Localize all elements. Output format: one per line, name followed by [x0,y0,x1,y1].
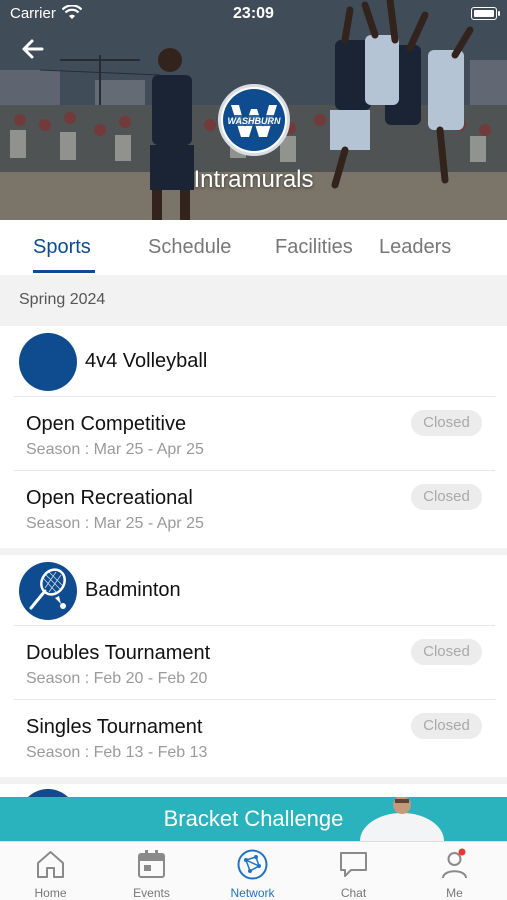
league-title: Doubles Tournament [26,642,211,664]
home-icon [37,851,64,878]
league-title: Open Recreational [26,487,193,509]
league-title: Singles Tournament [26,716,203,738]
status-bar: Carrier 23:09 [0,0,507,30]
tab-leaders[interactable]: Leaders [379,236,451,259]
league-title: Open Competitive [26,413,187,435]
status-badge: Closed [411,484,482,510]
tab-facilities[interactable]: Facilities [275,236,353,259]
back-arrow-icon[interactable] [20,36,46,62]
page-title: Intramurals [193,166,314,193]
sport-name: 4v4 Volleyball [85,350,208,372]
tab-schedule[interactable]: Schedule [148,236,231,259]
header-banner: Carrier 23:09 WASHBURN Intramurals [0,0,507,220]
bottom-tab-bar: Home Events Network Chat Me [0,841,507,900]
sport-header[interactable]: Badminton [0,555,507,625]
league-row[interactable]: Open Recreational Season : Mar 25 - Apr … [0,471,507,544]
season-header: Spring 2024 [19,291,106,308]
sport-header[interactable]: 4v4 Volleyball [0,326,507,396]
tabbar-home[interactable]: Home [0,842,101,900]
status-badge: Closed [411,410,482,436]
promo-label: Bracket Challenge [163,806,344,831]
sports-list[interactable]: Spring 2024 4v4 Volleyball Open Competit… [0,275,507,800]
league-season: Season : Feb 20 - Feb 20 [26,670,208,687]
volleyball-icon [19,333,77,391]
league-season: Season : Feb 13 - Feb 13 [26,744,208,761]
school-logo: WASHBURN [218,84,290,156]
sport-card-volleyball: 4v4 Volleyball Open Competitive Season :… [0,326,507,548]
status-badge: Closed [411,639,482,665]
league-row[interactable]: Open Competitive Season : Mar 25 - Apr 2… [0,397,507,470]
active-tab-indicator [33,270,95,273]
tabbar-label: Network [230,886,275,900]
notification-dot [458,848,466,856]
tabbar-label: Me [446,886,463,900]
sport-card-badminton: Badminton Doubles Tournament Season : Fe… [0,555,507,777]
league-row[interactable]: Doubles Tournament Season : Feb 20 - Feb… [0,626,507,699]
tabbar-label: Chat [340,886,367,900]
tabbar-network[interactable]: Network [202,842,303,900]
battery-icon [471,7,500,20]
clock: 23:09 [233,5,274,22]
tabbar-events[interactable]: Events [101,842,202,900]
calendar-icon [138,850,165,878]
network-icon [237,849,268,880]
bracket-challenge-banner[interactable]: Bracket Challenge [0,797,507,841]
tabbar-label: Home [34,886,67,900]
tabbar-me[interactable]: Me [404,842,505,900]
sport-name: Badminton [85,579,181,601]
badminton-icon [19,562,77,620]
league-row[interactable]: Singles Tournament Season : Feb 13 - Feb… [0,700,507,773]
logo-text: WASHBURN [228,116,281,126]
washburn-logo-icon: WASHBURN [223,89,285,151]
tabbar-chat[interactable]: Chat [303,842,404,900]
tab-sports[interactable]: Sports [33,236,91,259]
tabbar-label: Events [133,886,170,900]
league-season: Season : Mar 25 - Apr 25 [26,441,204,458]
chat-icon [340,852,367,877]
status-badge: Closed [411,713,482,739]
league-season: Season : Mar 25 - Apr 25 [26,515,204,532]
profile-icon [442,848,467,879]
section-tabs: Sports Schedule Facilities Leaders [0,220,507,275]
